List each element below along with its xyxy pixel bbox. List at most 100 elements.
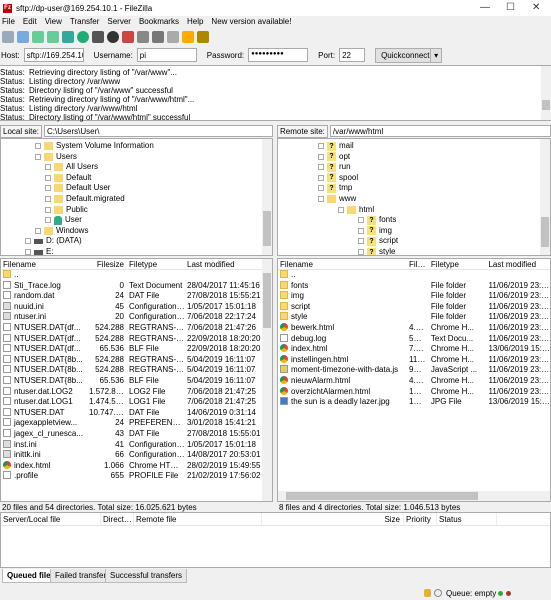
queue-column-server-local-file[interactable]: Server/Local file: [1, 513, 101, 525]
file-row[interactable]: jagex_cl_runesca... 43 DAT File 27/08/2018 …: [1, 428, 272, 440]
sync-browse-icon[interactable]: [182, 31, 194, 43]
local-files-scrollbar[interactable]: [262, 259, 272, 501]
toggle-local-tree-icon[interactable]: [32, 31, 44, 43]
file-row[interactable]: style File folder 11/06/2019 23:53:23: [278, 312, 550, 323]
disconnect-icon[interactable]: [122, 31, 134, 43]
tree-node[interactable]: ? fonts: [358, 215, 396, 225]
file-row[interactable]: random.dat 24 DAT File 27/08/2018 15:55:21: [1, 291, 272, 302]
expand-toggle-icon[interactable]: [358, 238, 364, 245]
menu-edit[interactable]: Edit: [23, 17, 37, 28]
menu-new-version-available-[interactable]: New version available!: [211, 17, 291, 28]
tree-node[interactable]: www: [318, 194, 356, 204]
expand-toggle-icon[interactable]: [338, 206, 344, 213]
username-input[interactable]: pi: [136, 48, 197, 62]
password-input[interactable]: ●●●●●●●●●: [248, 48, 309, 62]
file-row[interactable]: ntuser.ini 20 Configuration ... 7/06/2018 2…: [1, 312, 272, 323]
expand-toggle-icon[interactable]: [35, 153, 41, 160]
tree-node[interactable]: All Users: [45, 162, 98, 172]
file-row[interactable]: the sun is a deadly lazer.jpg 10.341JPG F…: [278, 397, 550, 408]
menu-help[interactable]: Help: [187, 17, 203, 28]
tree-node[interactable]: User: [45, 215, 82, 225]
toggle-queue-icon[interactable]: [62, 31, 74, 43]
expand-toggle-icon[interactable]: [358, 249, 364, 255]
file-row[interactable]: NTUSER.DAT 10.747.904 DAT File 14/06/2019 0…: [1, 407, 272, 419]
menu-bookmarks[interactable]: Bookmarks: [139, 17, 179, 28]
compare-icon[interactable]: [167, 31, 179, 43]
file-row[interactable]: ..: [278, 270, 550, 281]
queue-column-direction[interactable]: Direction: [101, 513, 134, 525]
local-tree-scrollbar[interactable]: [262, 139, 272, 255]
tree-node[interactable]: E:: [25, 247, 54, 255]
minimize-button[interactable]: —: [480, 2, 490, 13]
refresh-icon[interactable]: [77, 31, 89, 43]
file-row[interactable]: ..: [1, 270, 272, 281]
file-row[interactable]: ntuser.dat.LOG1 1.474.560 LOG1 File 7/06/20…: [1, 397, 272, 408]
file-row[interactable]: NTUSER.DAT{8b... 524.288 REGTRANS-M... 5/04…: [1, 354, 272, 366]
expand-toggle-icon[interactable]: [25, 249, 31, 255]
expand-toggle-icon[interactable]: [45, 185, 51, 192]
file-row[interactable]: script File folder 11/06/2019 23:53:23: [278, 301, 550, 313]
toggle-log-icon[interactable]: [17, 31, 29, 43]
tree-node[interactable]: ? spool: [318, 173, 358, 183]
expand-toggle-icon[interactable]: [318, 164, 324, 171]
expand-toggle-icon[interactable]: [45, 174, 51, 181]
file-row[interactable]: NTUSER.DAT{8b... 65.536 BLF File 5/04/2019 …: [1, 375, 272, 387]
file-row[interactable]: bewerk.html 4.636 Chrome H... 11/06/2019 23…: [278, 322, 550, 334]
menu-transfer[interactable]: Transfer: [70, 17, 100, 28]
column-header-filename[interactable]: Filename: [278, 259, 407, 269]
host-input[interactable]: sftp://169.254.10.1: [23, 48, 84, 62]
tree-node[interactable]: ? img: [358, 226, 392, 236]
tree-node[interactable]: ? tmp: [318, 183, 352, 193]
search-icon[interactable]: [197, 31, 209, 43]
quickconnect-dropdown[interactable]: ▾: [430, 47, 443, 63]
tree-node[interactable]: Public: [45, 205, 88, 215]
file-row[interactable]: img File folder 11/06/2019 23:53:23: [278, 291, 550, 302]
tree-node[interactable]: Users: [35, 152, 77, 162]
maximize-button[interactable]: ☐: [506, 2, 515, 13]
tree-node[interactable]: ? run: [318, 162, 351, 172]
file-row[interactable]: NTUSER.DAT{df... 524.288 REGTRANS-M... 7/06…: [1, 322, 272, 334]
tree-node[interactable]: Default User: [45, 183, 110, 193]
column-header-filesize[interactable]: Filesize: [87, 259, 127, 269]
expand-toggle-icon[interactable]: [35, 227, 41, 234]
expand-toggle-icon[interactable]: [318, 174, 324, 181]
expand-toggle-icon[interactable]: [45, 164, 51, 171]
menu-view[interactable]: View: [45, 17, 62, 28]
file-row[interactable]: instellingen.html 11.861Chrome H... 11/06/…: [278, 354, 550, 366]
queue-column-status[interactable]: Status: [437, 513, 497, 525]
menu-file[interactable]: File: [2, 17, 15, 28]
file-row[interactable]: .profile 655 PROFILE File 21/02/2019 17:56:…: [1, 471, 272, 482]
file-row[interactable]: moment-timezone-with-data.js 941.321JavaS…: [278, 365, 550, 376]
file-row[interactable]: inst.ini 41 Configuration ... 1/05/2017 15:…: [1, 439, 272, 451]
expand-toggle-icon[interactable]: [25, 238, 31, 245]
column-header-filesize[interactable]: Filesize: [407, 259, 429, 269]
column-header-filetype[interactable]: Filetype: [127, 259, 185, 269]
file-row[interactable]: index.html 1.066 Chrome HTML... 28/02/2019 …: [1, 460, 272, 472]
queue-column-remote-file[interactable]: Remote file: [134, 513, 262, 525]
port-input[interactable]: 22: [339, 48, 366, 62]
file-row[interactable]: NTUSER.DAT{df... 65.536 BLF File 22/09/2018…: [1, 344, 272, 355]
expand-toggle-icon[interactable]: [318, 196, 324, 202]
tree-node[interactable]: ? opt: [318, 152, 350, 162]
tree-node[interactable]: ? script: [358, 236, 398, 246]
expand-toggle-icon[interactable]: [318, 153, 324, 160]
toggle-remote-tree-icon[interactable]: [47, 31, 59, 43]
tree-node[interactable]: Windows: [35, 226, 88, 236]
expand-toggle-icon[interactable]: [45, 206, 51, 213]
file-row[interactable]: ntuser.dat.LOG2 1.572.864 LOG2 File 7/06/20…: [1, 386, 272, 398]
file-row[interactable]: Sti_Trace.log 0 Text Document 28/04/2017 11…: [1, 280, 272, 292]
local-path-input[interactable]: C:\Users\User\: [44, 125, 273, 137]
expand-toggle-icon[interactable]: [45, 196, 51, 202]
tree-node[interactable]: D: (DATA): [25, 236, 82, 246]
tree-node[interactable]: html: [338, 205, 374, 215]
remote-path-input[interactable]: /var/www/html: [329, 125, 551, 137]
queue-column-priority[interactable]: Priority: [404, 513, 437, 525]
column-header-filename[interactable]: Filename: [1, 259, 87, 269]
cancel-icon[interactable]: [107, 31, 119, 43]
filter-icon[interactable]: [152, 31, 164, 43]
tree-node[interactable]: System Volume Information: [35, 141, 154, 151]
column-header-last-modified[interactable]: Last modified: [486, 259, 550, 269]
close-button[interactable]: ✕: [532, 2, 540, 13]
file-row[interactable]: nuuid.ini 45 Configuration ... 1/05/2017 15…: [1, 301, 272, 313]
file-row[interactable]: inittk.ini 66 Configuration ... 14/08/2017 …: [1, 450, 272, 461]
